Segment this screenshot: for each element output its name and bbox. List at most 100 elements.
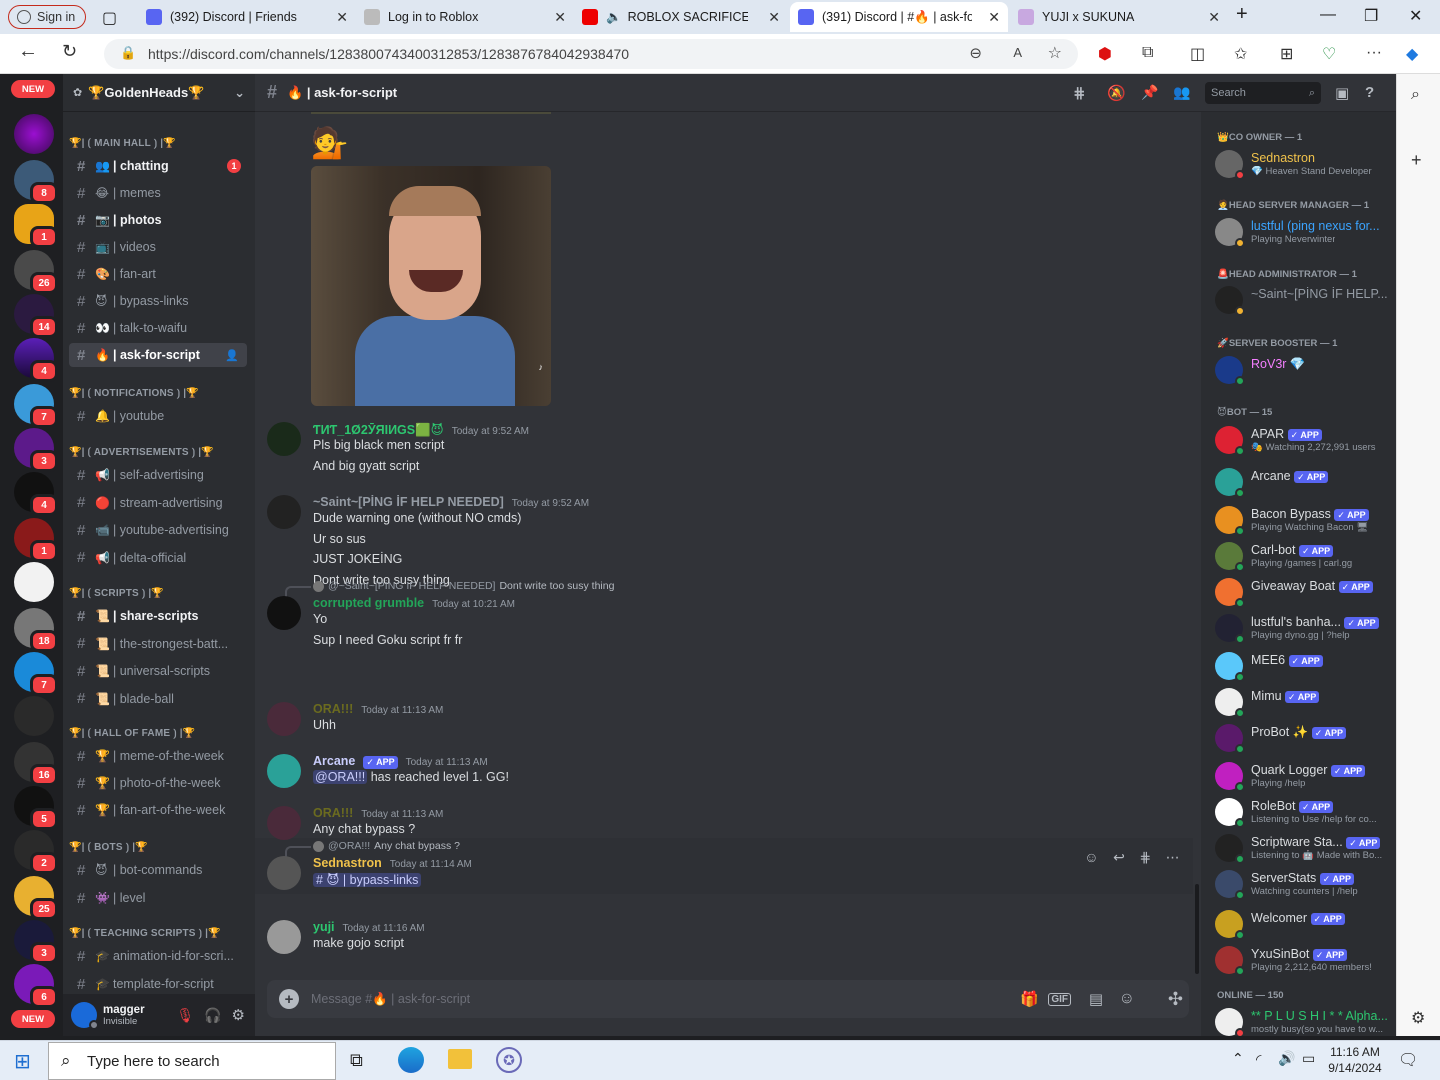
avatar[interactable] bbox=[71, 1002, 99, 1030]
settings-gear-icon[interactable]: ⚙ bbox=[1411, 1008, 1425, 1028]
timestamp[interactable]: Today at 9:52 AM bbox=[452, 426, 529, 437]
channel-item[interactable]: # 😈 | bypass-links bbox=[69, 289, 247, 313]
minimize-icon[interactable]: — bbox=[1320, 6, 1336, 24]
author-name[interactable]: yuji bbox=[313, 920, 335, 934]
server-icon[interactable]: 25 bbox=[14, 876, 58, 920]
gif-icon[interactable]: GIF bbox=[1048, 992, 1071, 1006]
url-bar[interactable]: 🔒 https://discord.com/channels/128380074… bbox=[104, 39, 1078, 69]
server-icon[interactable]: 4 bbox=[14, 338, 58, 382]
channel-item[interactable]: # 📹 | youtube-advertising bbox=[69, 518, 247, 542]
channel-item[interactable]: # 🔴 | stream-advertising bbox=[69, 491, 247, 515]
member-item[interactable]: Carl-bot ✓ APP Playing /games | carl.gg bbox=[1215, 540, 1393, 576]
channel-item[interactable]: # 😂 | memes bbox=[69, 181, 247, 205]
browser-essentials-icon[interactable]: ♡ bbox=[1322, 44, 1336, 64]
channel-item[interactable]: # 🏆 | meme-of-the-week bbox=[69, 744, 247, 768]
channel-category[interactable]: 🏆| ⟮ ADVERTISEMENTS ⟯ |🏆 bbox=[69, 447, 214, 458]
server-icon[interactable]: 14 bbox=[14, 294, 58, 338]
server-icon[interactable]: 6 bbox=[14, 964, 58, 1008]
read-aloud-icon[interactable]: A bbox=[1013, 45, 1022, 60]
chevron-down-icon[interactable]: ⌄ bbox=[234, 85, 245, 101]
add-reaction-icon[interactable]: ☺ bbox=[1084, 849, 1098, 865]
member-item[interactable]: lustful (ping nexus for... Playing Neverw… bbox=[1215, 216, 1393, 252]
server-icon[interactable]: 5 bbox=[14, 786, 58, 830]
timestamp[interactable]: Today at 11:13 AM bbox=[406, 757, 488, 768]
clock[interactable]: 11:16 AM 9/14/2024 bbox=[1322, 1044, 1388, 1076]
emoji-icon[interactable]: ☺ bbox=[1119, 990, 1135, 1008]
channel-category[interactable]: 🏆| ⟮ NOTIFICATIONS ⟯ |🏆 bbox=[69, 388, 199, 399]
channel-item[interactable]: # 📢 | self-advertising bbox=[69, 463, 247, 487]
channel-mention[interactable]: # 😈 | bypass-links bbox=[313, 873, 422, 887]
server-icon[interactable]: 8 bbox=[14, 160, 58, 204]
channel-item[interactable]: # 🎨 | fan-art bbox=[69, 262, 247, 286]
member-item[interactable]: Bacon Bypass ✓ APP Playing Watching Bacon… bbox=[1215, 504, 1393, 540]
server-icon[interactable] bbox=[14, 114, 54, 154]
member-item[interactable]: ProBot ✨ ✓ APP bbox=[1215, 722, 1393, 758]
sticker-icon[interactable]: ▤ bbox=[1089, 990, 1103, 1008]
member-item[interactable]: MEE6 ✓ APP bbox=[1215, 650, 1393, 686]
message-composer[interactable]: + Message #🔥 | ask-for-script 🎁 GIF ▤ ☺ … bbox=[267, 980, 1189, 1018]
author-name[interactable]: Arcane bbox=[313, 754, 355, 768]
close-window-icon[interactable]: ✕ bbox=[1409, 6, 1422, 26]
speaker-icon[interactable]: 🔈 bbox=[606, 10, 622, 25]
server-icon[interactable]: 18 bbox=[14, 608, 58, 652]
close-tab-icon[interactable]: ✕ bbox=[554, 9, 566, 26]
channel-item[interactable]: # 📜 | the-strongest-batt... bbox=[69, 632, 247, 656]
notifications-icon[interactable]: 🗨 bbox=[1398, 1050, 1418, 1070]
author-name[interactable]: ~Saint~[PİNG İF HELP NEEDED] bbox=[313, 495, 504, 509]
channel-item[interactable]: # 🏆 | photo-of-the-week bbox=[69, 771, 247, 795]
close-tab-icon[interactable]: ✕ bbox=[1208, 9, 1220, 26]
member-item[interactable]: YxuSinBot ✓ APP Playing 2,212,640 members… bbox=[1215, 944, 1393, 980]
channel-item[interactable]: # 🎓 animation-id-for-scri... bbox=[69, 944, 247, 968]
reply-preview[interactable]: @ORA!!! Any chat bypass ? bbox=[285, 840, 460, 858]
member-item[interactable]: Arcane ✓ APP bbox=[1215, 466, 1393, 502]
settings-more-icon[interactable]: ··· bbox=[1366, 44, 1382, 62]
channel-item[interactable]: # 🏆 | fan-art-of-the-week bbox=[69, 798, 247, 822]
image-attachment[interactable]: ♪ bbox=[311, 166, 551, 406]
avatar[interactable] bbox=[267, 754, 301, 788]
channel-category[interactable]: 🏆| ⟮ BOTS ⟯ |🏆 bbox=[69, 842, 148, 853]
avatar[interactable] bbox=[267, 920, 301, 954]
add-icon[interactable]: + bbox=[1411, 150, 1422, 171]
channel-item[interactable]: # 📜 | share-scripts bbox=[69, 604, 247, 628]
scrollbar[interactable] bbox=[1195, 884, 1199, 974]
channel-item[interactable]: # 📺 | videos bbox=[69, 235, 247, 259]
timestamp[interactable]: Today at 11:14 AM bbox=[390, 859, 472, 870]
copilot-icon[interactable]: ◆ bbox=[1406, 44, 1418, 64]
back-icon[interactable]: ← bbox=[18, 40, 38, 63]
volume-icon[interactable]: 🔊 bbox=[1278, 1050, 1295, 1067]
member-item[interactable]: Giveaway Boat ✓ APP bbox=[1215, 576, 1393, 612]
threads-icon[interactable]: ⋕ bbox=[1073, 84, 1086, 102]
task-view-icon[interactable]: ⧉ bbox=[350, 1050, 363, 1071]
sign-in-button[interactable]: Sign in bbox=[8, 5, 86, 29]
favorites-icon[interactable]: ✩ bbox=[1234, 44, 1247, 64]
timestamp[interactable]: Today at 11:13 AM bbox=[361, 705, 443, 716]
search-box[interactable]: Search ⌕ bbox=[1205, 82, 1321, 104]
channel-category[interactable]: 🏆| ⟮ MAIN HALL ⟯ |🏆 bbox=[69, 138, 176, 149]
timestamp[interactable]: Today at 9:52 AM bbox=[512, 498, 589, 509]
reply-preview[interactable]: @~Saint~[PİNG İF HELP NEEDED] Dont write … bbox=[284, 580, 614, 598]
avatar[interactable] bbox=[267, 856, 301, 890]
channel-item[interactable]: # 😈 | bot-commands bbox=[69, 858, 247, 882]
avatar[interactable] bbox=[267, 596, 301, 630]
server-icon-goldenheads[interactable]: 1 bbox=[14, 204, 58, 248]
tab-yuji-sukuna[interactable]: YUJI x SUKUNA ✕ bbox=[1010, 2, 1228, 32]
tab-youtube[interactable]: 🔈ROBLOX SACRIFICE SAN✕ bbox=[574, 2, 788, 32]
author-name[interactable]: ƬИƬ_1Ø2ӮЯIИGS🟩😈 bbox=[313, 422, 444, 438]
upload-plus-icon[interactable]: + bbox=[279, 989, 299, 1009]
member-item[interactable]: lustful's banha... ✓ APP Playing dyno.gg … bbox=[1215, 612, 1393, 648]
collections-icon[interactable]: ⊞ bbox=[1280, 44, 1293, 64]
author-name[interactable]: corrupted grumble bbox=[313, 596, 424, 610]
user-mention[interactable]: @ORA!!! bbox=[313, 770, 368, 784]
member-item[interactable]: ** P L U S H I * * Alpha... mostly busy(s… bbox=[1215, 1006, 1393, 1036]
server-icon[interactable]: 7 bbox=[14, 652, 58, 696]
server-icon[interactable]: 1 bbox=[14, 518, 58, 562]
server-icon[interactable]: 2 bbox=[14, 830, 58, 874]
server-icon[interactable]: 3 bbox=[14, 920, 58, 964]
channel-item[interactable]: # 🔔 | youtube bbox=[69, 404, 247, 428]
channel-item[interactable]: # 🎓 template-for-script bbox=[69, 972, 247, 996]
zoom-icon[interactable]: ⊖ bbox=[969, 44, 982, 62]
tab-discord-ask-for-script[interactable]: (391) Discord | #🔥 | ask-for- ✕ bbox=[790, 2, 1008, 32]
file-explorer-icon[interactable] bbox=[448, 1049, 472, 1069]
notification-mute-icon[interactable]: 🔕 bbox=[1107, 84, 1126, 102]
timestamp[interactable]: Today at 10:21 AM bbox=[432, 599, 515, 610]
